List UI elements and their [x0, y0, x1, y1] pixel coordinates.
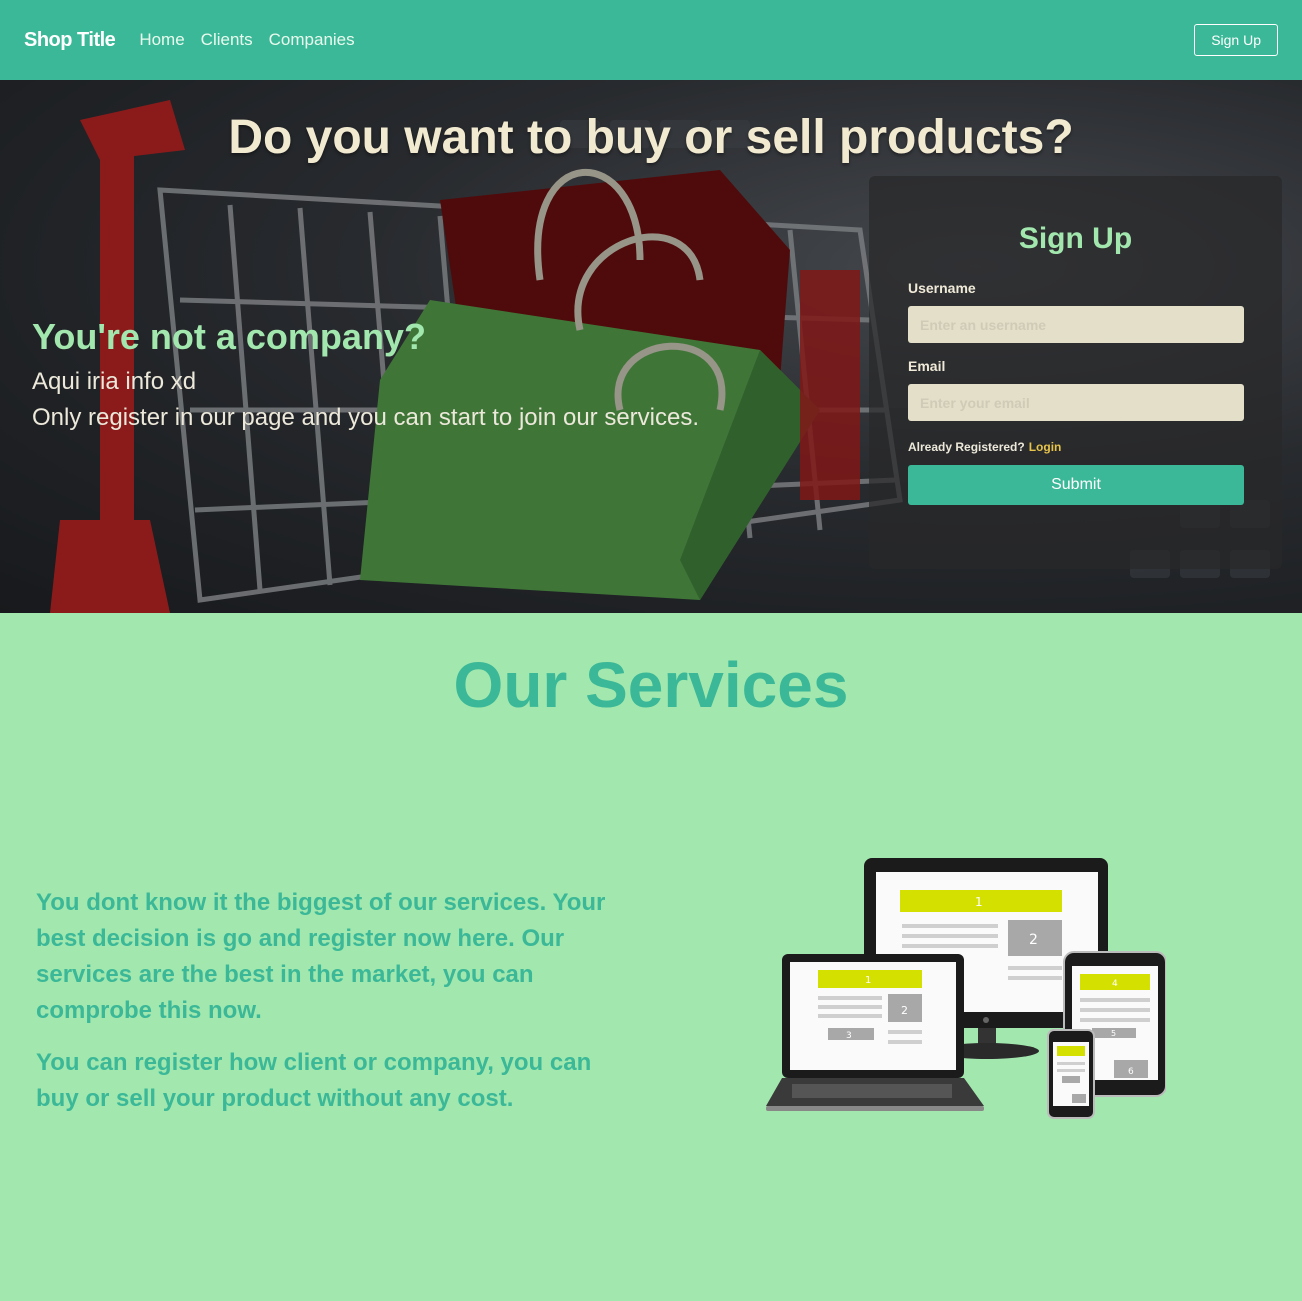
- phone-device: [1047, 1029, 1095, 1119]
- services-paragraph-2: You can register how client or company, …: [36, 1049, 592, 1112]
- brand-title[interactable]: Shop Title: [24, 29, 116, 52]
- svg-text:2: 2: [901, 1004, 908, 1017]
- nav-link-companies[interactable]: Companies: [269, 30, 355, 50]
- nav-link-clients[interactable]: Clients: [201, 30, 253, 50]
- nav-link-home[interactable]: Home: [139, 30, 184, 50]
- svg-text:1: 1: [975, 895, 983, 909]
- info-line-1: Aqui iria info xd: [32, 368, 197, 395]
- already-registered-text: Already Registered?: [908, 440, 1025, 454]
- submit-button[interactable]: Submit: [908, 465, 1244, 505]
- svg-text:6: 6: [1128, 1067, 1134, 1077]
- login-link[interactable]: Login: [1029, 440, 1062, 454]
- svg-text:3: 3: [846, 1031, 852, 1041]
- signup-card: Sign Up Username Email Already Registere…: [869, 176, 1282, 569]
- navbar: Shop Title Home Clients Companies Sign U…: [0, 0, 1302, 80]
- svg-text:4: 4: [1112, 979, 1118, 989]
- nav-signup-button[interactable]: Sign Up: [1194, 24, 1278, 56]
- company-heading: You're not a company?: [32, 316, 426, 357]
- services-paragraph-1: You dont know it the biggest of our serv…: [36, 889, 606, 1024]
- email-label: Email: [908, 358, 946, 374]
- signup-title: Sign Up: [1018, 222, 1133, 255]
- username-input[interactable]: [908, 306, 1244, 343]
- services-title: Our Services: [453, 649, 849, 721]
- svg-text:5: 5: [1111, 1029, 1116, 1038]
- hero-title: Do you want to buy or sell products?: [228, 111, 1074, 164]
- username-label: Username: [908, 280, 976, 296]
- responsive-devices-illustration: 1 2 1 2 3 4 5 6: [766, 858, 1166, 1119]
- svg-text:1: 1: [865, 975, 871, 986]
- already-registered-row: Already Registered? Login: [908, 440, 1061, 454]
- email-input[interactable]: [908, 384, 1244, 421]
- laptop-device: 1 2 3: [766, 954, 984, 1111]
- hero-section: Do you want to buy or sell products? You…: [0, 80, 1302, 613]
- info-line-2: Only register in our page and you can st…: [32, 404, 700, 431]
- svg-text:2: 2: [1029, 932, 1038, 948]
